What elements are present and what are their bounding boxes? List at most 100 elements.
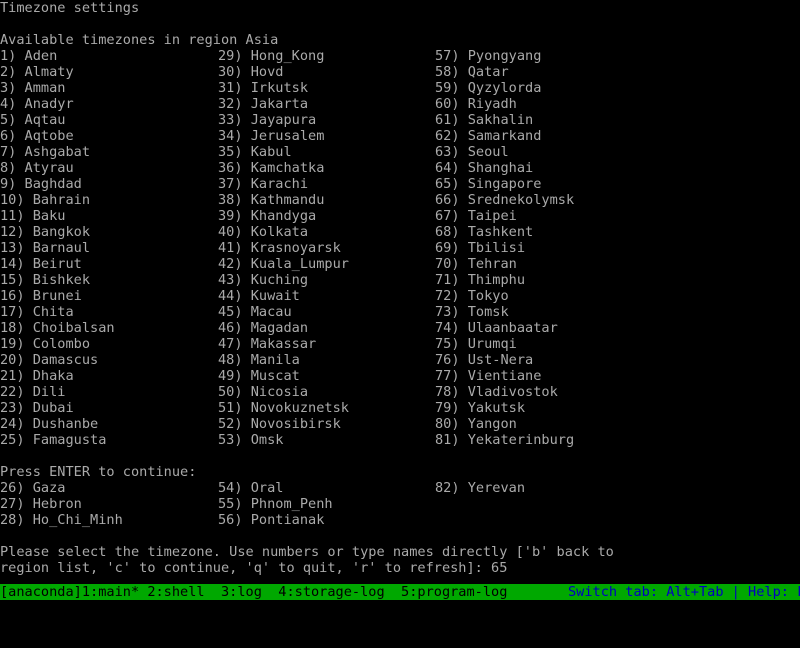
timezone-item[interactable]: 47) Makassar bbox=[218, 336, 316, 352]
timezone-item[interactable]: 21) Dhaka bbox=[0, 368, 74, 384]
timezone-item[interactable]: 56) Pontianak bbox=[218, 512, 324, 528]
timezone-item[interactable]: 29) Hong_Kong bbox=[218, 48, 324, 64]
timezone-item[interactable]: 66) Srednekolymsk bbox=[435, 192, 574, 208]
timezone-item[interactable]: 62) Samarkand bbox=[435, 128, 541, 144]
timezone-row: 7) Ashgabat 35) Kabul 63) Seoul bbox=[0, 144, 800, 160]
timezone-item[interactable]: 18) Choibalsan bbox=[0, 320, 115, 336]
timezone-item[interactable]: 4) Anadyr bbox=[0, 96, 74, 112]
timezone-item[interactable]: 59) Qyzylorda bbox=[435, 80, 541, 96]
timezone-item[interactable]: 13) Barnaul bbox=[0, 240, 90, 256]
timezone-item[interactable]: 24) Dushanbe bbox=[0, 416, 98, 432]
timezone-item[interactable]: 10) Bahrain bbox=[0, 192, 90, 208]
timezone-item[interactable]: 51) Novokuznetsk bbox=[218, 400, 349, 416]
timezone-item[interactable]: 39) Khandyga bbox=[218, 208, 316, 224]
spacer-row bbox=[0, 16, 800, 32]
timezone-item[interactable]: 12) Bangkok bbox=[0, 224, 90, 240]
timezone-item[interactable]: 31) Irkutsk bbox=[218, 80, 308, 96]
timezone-item[interactable]: 65) Singapore bbox=[435, 176, 541, 192]
timezone-row: 10) Bahrain 38) Kathmandu 66) Srednekolyms… bbox=[0, 192, 800, 208]
timezone-item[interactable]: 20) Damascus bbox=[0, 352, 98, 368]
terminal-screen: Timezone settings Available timezones in… bbox=[0, 0, 800, 600]
timezone-item[interactable]: 79) Yakutsk bbox=[435, 400, 525, 416]
timezone-item[interactable]: 70) Tehran bbox=[435, 256, 517, 272]
timezone-item[interactable]: 9) Baghdad bbox=[0, 176, 82, 192]
timezone-item[interactable]: 33) Jayapura bbox=[218, 112, 316, 128]
press-enter-row: Press ENTER to continue: bbox=[0, 464, 800, 480]
timezone-item[interactable]: 54) Oral bbox=[218, 480, 283, 496]
timezone-item[interactable]: 73) Tomsk bbox=[435, 304, 509, 320]
timezone-item[interactable]: 58) Qatar bbox=[435, 64, 509, 80]
timezone-item[interactable]: 46) Magadan bbox=[218, 320, 308, 336]
timezone-item[interactable]: 28) Ho_Chi_Minh bbox=[0, 512, 123, 528]
timezone-item[interactable]: 68) Tashkent bbox=[435, 224, 533, 240]
timezone-item[interactable]: 44) Kuwait bbox=[218, 288, 300, 304]
timezone-item[interactable]: 40) Kolkata bbox=[218, 224, 308, 240]
status-bar-tabs[interactable]: [anaconda]1:main* 2:shell 3:log 4:storag… bbox=[0, 584, 507, 600]
timezone-row: 20) Damascus 48) Manila 76) Ust-Nera bbox=[0, 352, 800, 368]
timezone-item[interactable]: 30) Hovd bbox=[218, 64, 283, 80]
timezone-row: 22) Dili 50) Nicosia 78) Vladivostok bbox=[0, 384, 800, 400]
timezone-item[interactable]: 50) Nicosia bbox=[218, 384, 308, 400]
prompt-text-line1: Please select the timezone. Use numbers … bbox=[0, 544, 614, 560]
spacer-row-2 bbox=[0, 448, 800, 464]
timezone-row: 15) Bishkek 43) Kuching 71) Thimphu bbox=[0, 272, 800, 288]
timezone-item[interactable]: 60) Riyadh bbox=[435, 96, 517, 112]
timezone-item[interactable]: 27) Hebron bbox=[0, 496, 82, 512]
timezone-item[interactable]: 82) Yerevan bbox=[435, 480, 525, 496]
timezone-row: 23) Dubai 51) Novokuznetsk 79) Yakutsk bbox=[0, 400, 800, 416]
timezone-item[interactable]: 11) Baku bbox=[0, 208, 65, 224]
timezone-item[interactable]: 49) Muscat bbox=[218, 368, 300, 384]
timezone-item[interactable]: 80) Yangon bbox=[435, 416, 517, 432]
timezone-item[interactable]: 17) Chita bbox=[0, 304, 74, 320]
prompt-row-2[interactable]: region list, 'c' to continue, 'q' to qui… bbox=[0, 560, 800, 576]
timezone-item[interactable]: 1) Aden bbox=[0, 48, 57, 64]
timezone-item[interactable]: 78) Vladivostok bbox=[435, 384, 558, 400]
timezone-item[interactable]: 16) Brunei bbox=[0, 288, 82, 304]
timezone-item[interactable]: 15) Bishkek bbox=[0, 272, 90, 288]
timezone-item[interactable]: 43) Kuching bbox=[218, 272, 308, 288]
timezone-item[interactable]: 38) Kathmandu bbox=[218, 192, 324, 208]
timezone-item[interactable]: 26) Gaza bbox=[0, 480, 65, 496]
timezone-item[interactable]: 57) Pyongyang bbox=[435, 48, 541, 64]
timezone-item[interactable]: 69) Tbilisi bbox=[435, 240, 525, 256]
timezone-item[interactable]: 3) Amman bbox=[0, 80, 65, 96]
timezone-item[interactable]: 64) Shanghai bbox=[435, 160, 533, 176]
timezone-item[interactable]: 41) Krasnoyarsk bbox=[218, 240, 341, 256]
timezone-item[interactable]: 53) Omsk bbox=[218, 432, 283, 448]
timezone-item[interactable]: 45) Macau bbox=[218, 304, 292, 320]
timezone-item[interactable]: 34) Jerusalem bbox=[218, 128, 324, 144]
timezone-item[interactable]: 22) Dili bbox=[0, 384, 65, 400]
timezone-item[interactable]: 35) Kabul bbox=[218, 144, 292, 160]
timezone-item[interactable]: 72) Tokyo bbox=[435, 288, 509, 304]
timezone-row: 24) Dushanbe 52) Novosibirsk 80) Yangon bbox=[0, 416, 800, 432]
timezone-row: 1) Aden 29) Hong_Kong 57) Pyongyang bbox=[0, 48, 800, 64]
timezone-item[interactable]: 67) Taipei bbox=[435, 208, 517, 224]
timezone-item[interactable]: 23) Dubai bbox=[0, 400, 74, 416]
timezone-item[interactable]: 48) Manila bbox=[218, 352, 300, 368]
timezone-item[interactable]: 5) Aqtau bbox=[0, 112, 65, 128]
timezone-item[interactable]: 81) Yekaterinburg bbox=[435, 432, 574, 448]
timezone-item[interactable]: 76) Ust-Nera bbox=[435, 352, 533, 368]
timezone-item[interactable]: 74) Ulaanbaatar bbox=[435, 320, 558, 336]
timezone-item[interactable]: 7) Ashgabat bbox=[0, 144, 90, 160]
timezone-item[interactable]: 42) Kuala_Lumpur bbox=[218, 256, 349, 272]
page-title: Timezone settings bbox=[0, 0, 140, 16]
timezone-item[interactable]: 19) Colombo bbox=[0, 336, 90, 352]
timezone-item[interactable]: 61) Sakhalin bbox=[435, 112, 533, 128]
timezone-item[interactable]: 14) Beirut bbox=[0, 256, 82, 272]
timezone-item[interactable]: 25) Famagusta bbox=[0, 432, 106, 448]
timezone-item[interactable]: 32) Jakarta bbox=[218, 96, 308, 112]
timezone-item[interactable]: 75) Urumqi bbox=[435, 336, 517, 352]
timezone-item[interactable]: 8) Atyrau bbox=[0, 160, 74, 176]
timezone-item[interactable]: 55) Phnom_Penh bbox=[218, 496, 333, 512]
terminal-output-area: Timezone settings Available timezones in… bbox=[0, 0, 800, 584]
timezone-item[interactable]: 63) Seoul bbox=[435, 144, 509, 160]
timezone-item[interactable]: 37) Karachi bbox=[218, 176, 308, 192]
timezone-item[interactable]: 52) Novosibirsk bbox=[218, 416, 341, 432]
timezone-item[interactable]: 6) Aqtobe bbox=[0, 128, 74, 144]
timezone-item[interactable]: 71) Thimphu bbox=[435, 272, 525, 288]
timezone-item[interactable]: 2) Almaty bbox=[0, 64, 74, 80]
prompt-text-line2[interactable]: region list, 'c' to continue, 'q' to qui… bbox=[0, 560, 507, 576]
timezone-item[interactable]: 36) Kamchatka bbox=[218, 160, 324, 176]
timezone-item[interactable]: 77) Vientiane bbox=[435, 368, 541, 384]
